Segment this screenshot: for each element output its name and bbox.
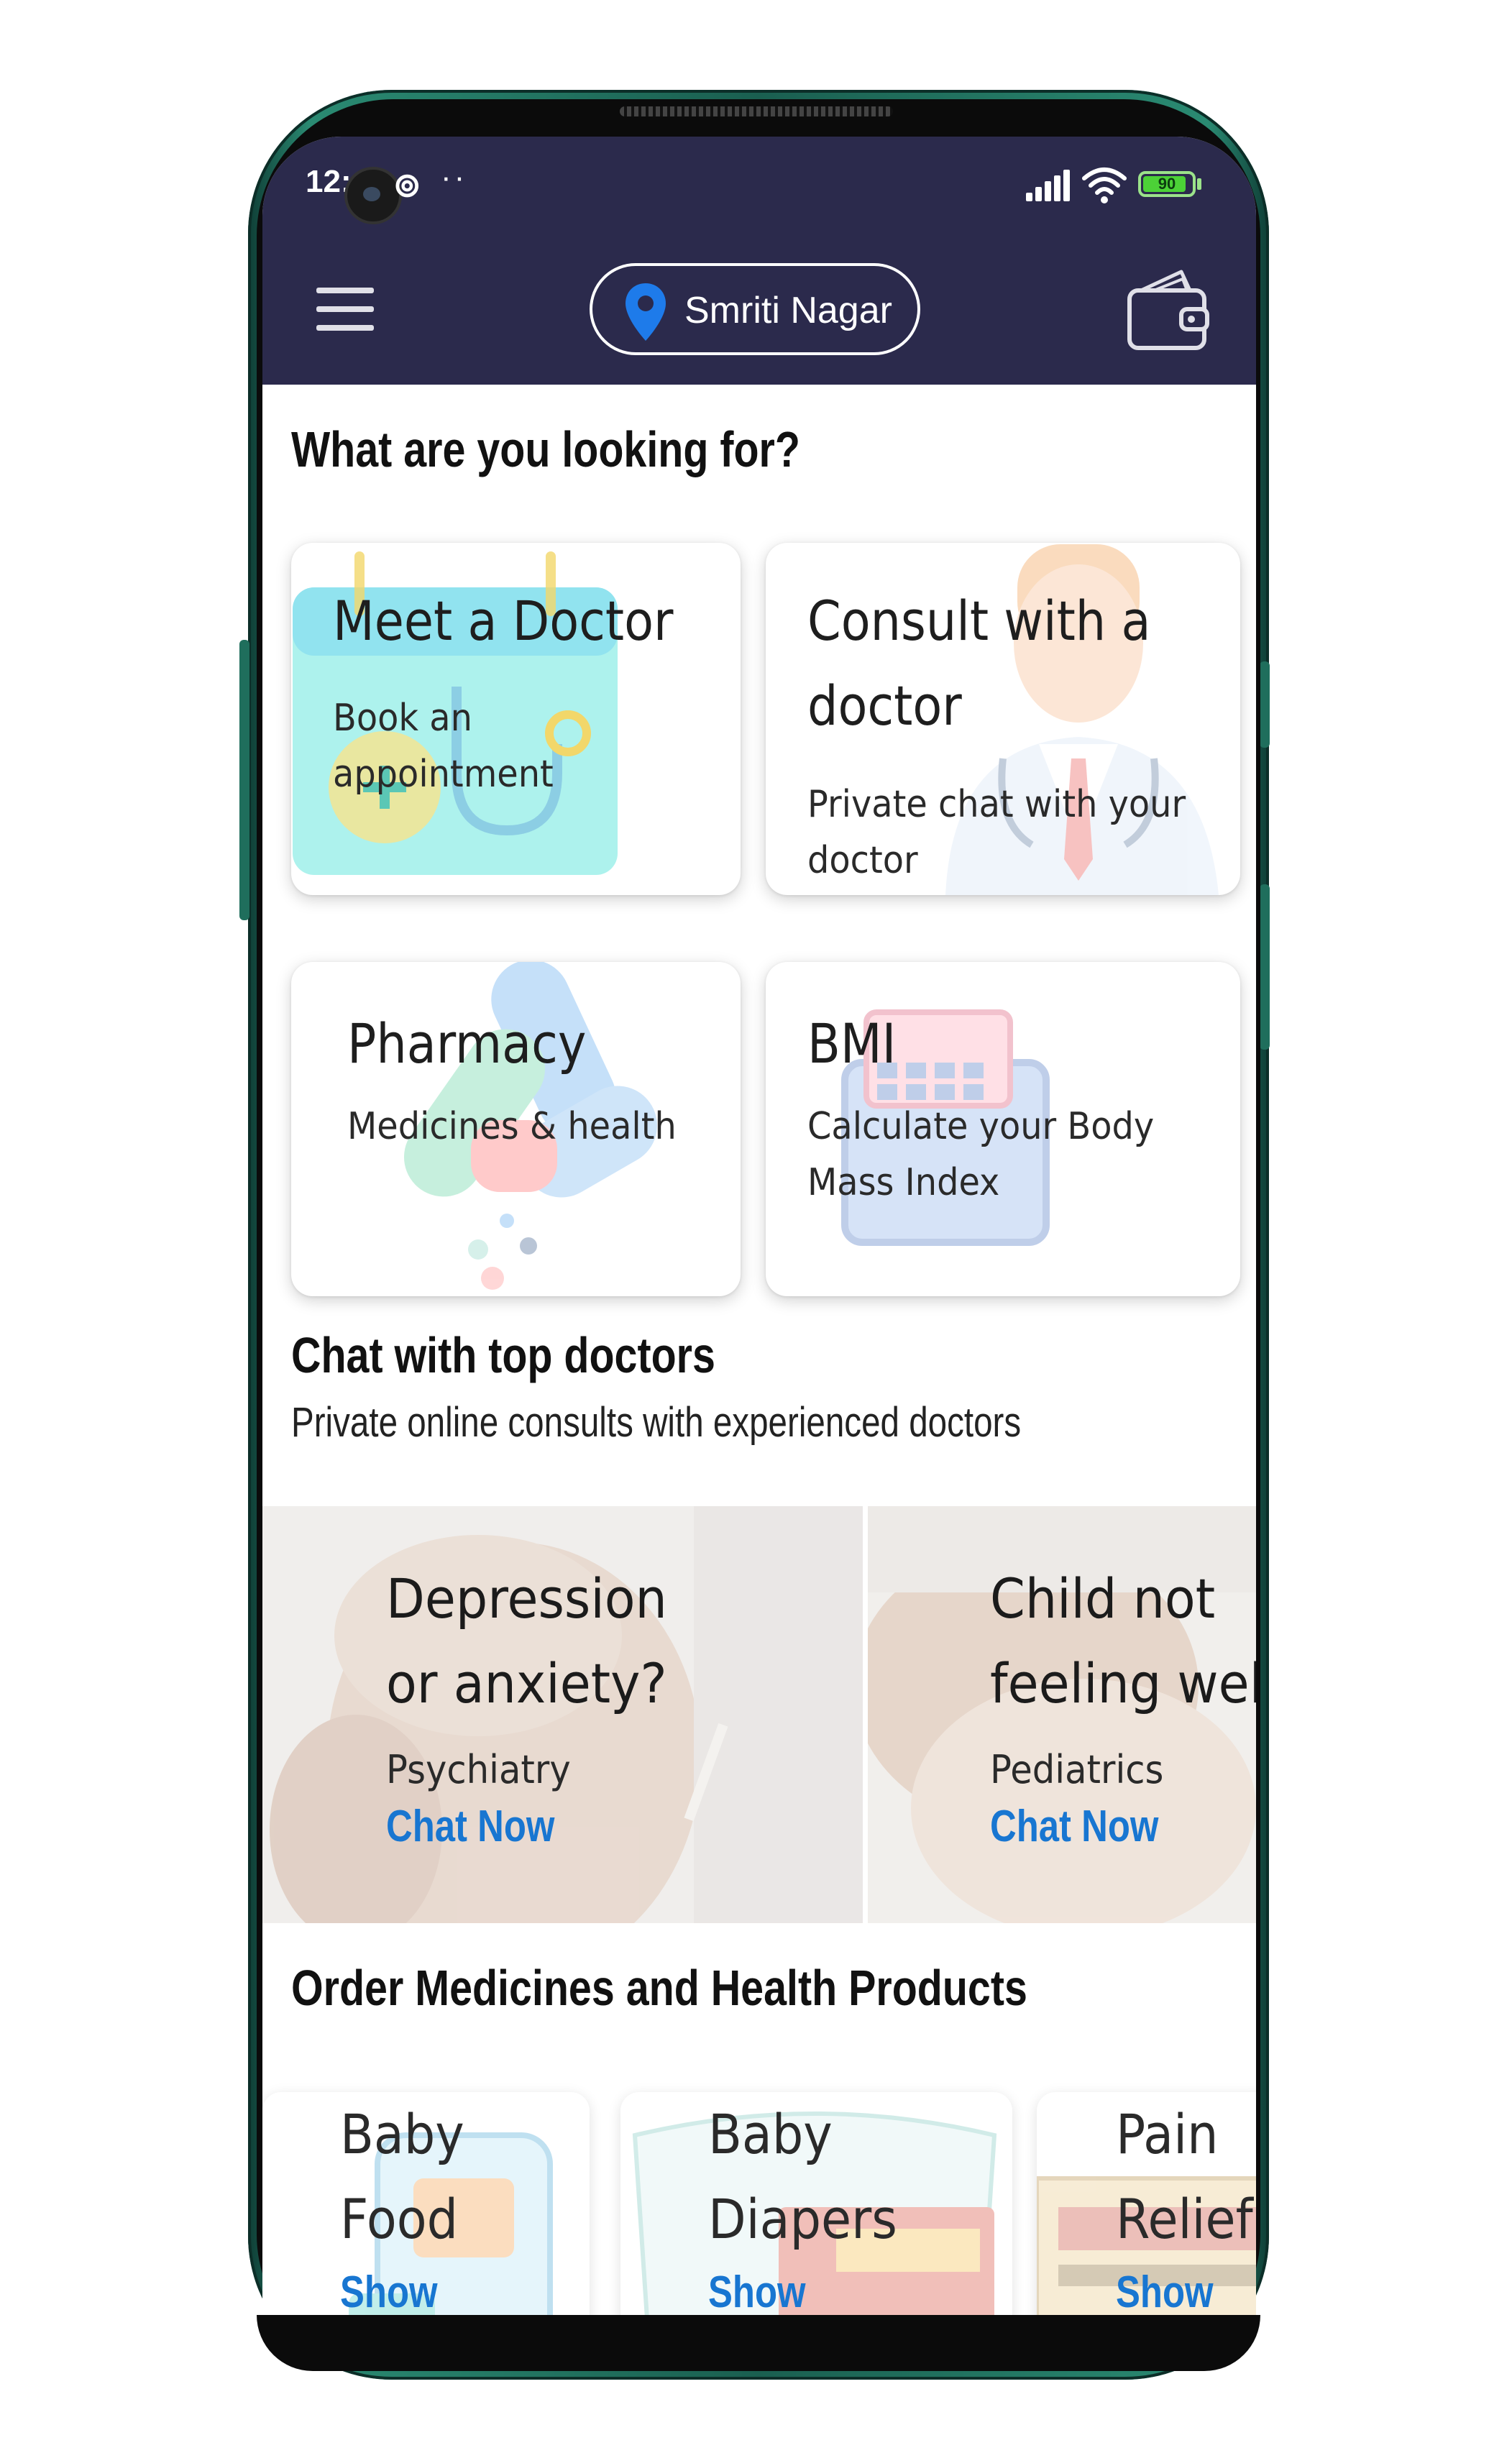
- map-pin-icon: [626, 283, 666, 341]
- app-screen: 12: ⊚ ·· 90 Smriti Nagar What are you lo…: [262, 137, 1256, 2315]
- battery-percent: 90: [1158, 175, 1176, 193]
- phone-side-button: [239, 640, 249, 920]
- chat-tile-specialty: Pediatrics: [990, 1747, 1164, 1792]
- card-title: Meet a Doctor: [333, 589, 674, 653]
- product-title: Baby Diapers: [708, 2102, 897, 2251]
- baby-food-tile[interactable]: Baby Food Show: [262, 2092, 590, 2315]
- card-description: Private chat with your doctor: [807, 783, 1186, 882]
- signal-icon: [1026, 170, 1070, 201]
- chat-now-link[interactable]: Chat Now: [990, 1801, 1158, 1852]
- pharmacy-card[interactable]: Pharmacy Medicines & health: [291, 962, 741, 1296]
- order-heading: Order Medicines and Health Products: [291, 1960, 1027, 2016]
- looking-for-heading: What are you looking for?: [291, 421, 800, 477]
- baby-diapers-tile[interactable]: Baby Diapers Show: [620, 2092, 1012, 2315]
- product-title: Pain Relief: [1116, 2102, 1253, 2251]
- phone-side-button: [1260, 661, 1270, 748]
- chat-tile-specialty: Psychiatry: [386, 1747, 571, 1792]
- product-title: Baby Food: [340, 2102, 464, 2251]
- pediatrics-chat-tile[interactable]: Child not feeling well? Pediatrics Chat …: [868, 1506, 1256, 1923]
- show-link[interactable]: Show: [708, 2267, 806, 2315]
- card-title: Consult with a doctor: [807, 589, 1151, 738]
- show-link[interactable]: Show: [340, 2267, 438, 2315]
- wifi-icon: [1082, 168, 1127, 203]
- show-link[interactable]: Show: [1116, 2267, 1214, 2315]
- chat-heading: Chat with top doctors: [291, 1327, 715, 1383]
- phone-bottom-bezel: [257, 2315, 1260, 2371]
- chat-tile-title: Child not feeling well?: [990, 1567, 1256, 1715]
- chat-tile-title: Depression or anxiety?: [386, 1567, 667, 1715]
- card-description: Book an appointment: [333, 697, 554, 796]
- phone-side-button: [1260, 884, 1270, 1050]
- battery-icon: 90: [1138, 171, 1196, 197]
- bmi-card[interactable]: BMI Calculate your Body Mass Index: [766, 962, 1240, 1296]
- battery-tip: [1197, 178, 1201, 190]
- card-description: Calculate your Body Mass Index: [807, 1105, 1155, 1204]
- location-selector[interactable]: Smriti Nagar: [590, 263, 920, 355]
- chat-subheading: Private online consults with experienced…: [291, 1399, 1022, 1446]
- more-notifications-icon: ··: [441, 160, 468, 195]
- phone-speaker: [620, 106, 893, 116]
- depression-chat-tile[interactable]: Depression or anxiety? Psychiatry Chat N…: [262, 1506, 863, 1923]
- location-name: Smriti Nagar: [684, 290, 892, 331]
- consult-doctor-card[interactable]: Consult with a doctor Private chat with …: [766, 543, 1240, 895]
- meet-doctor-card[interactable]: Meet a Doctor Book an appointment: [291, 543, 741, 895]
- card-description: Medicines & health: [347, 1105, 677, 1148]
- app-bar: 12: ⊚ ·· 90 Smriti Nagar: [262, 137, 1256, 385]
- chat-now-link[interactable]: Chat Now: [386, 1801, 554, 1852]
- card-title: Pharmacy: [347, 1012, 587, 1076]
- pain-relief-tile[interactable]: Pain Relief Show: [1037, 2092, 1256, 2315]
- sync-icon: ⊚: [393, 166, 421, 203]
- hamburger-menu-icon[interactable]: [316, 288, 374, 331]
- wallet-icon[interactable]: [1125, 266, 1211, 352]
- card-title: BMI: [807, 1012, 897, 1076]
